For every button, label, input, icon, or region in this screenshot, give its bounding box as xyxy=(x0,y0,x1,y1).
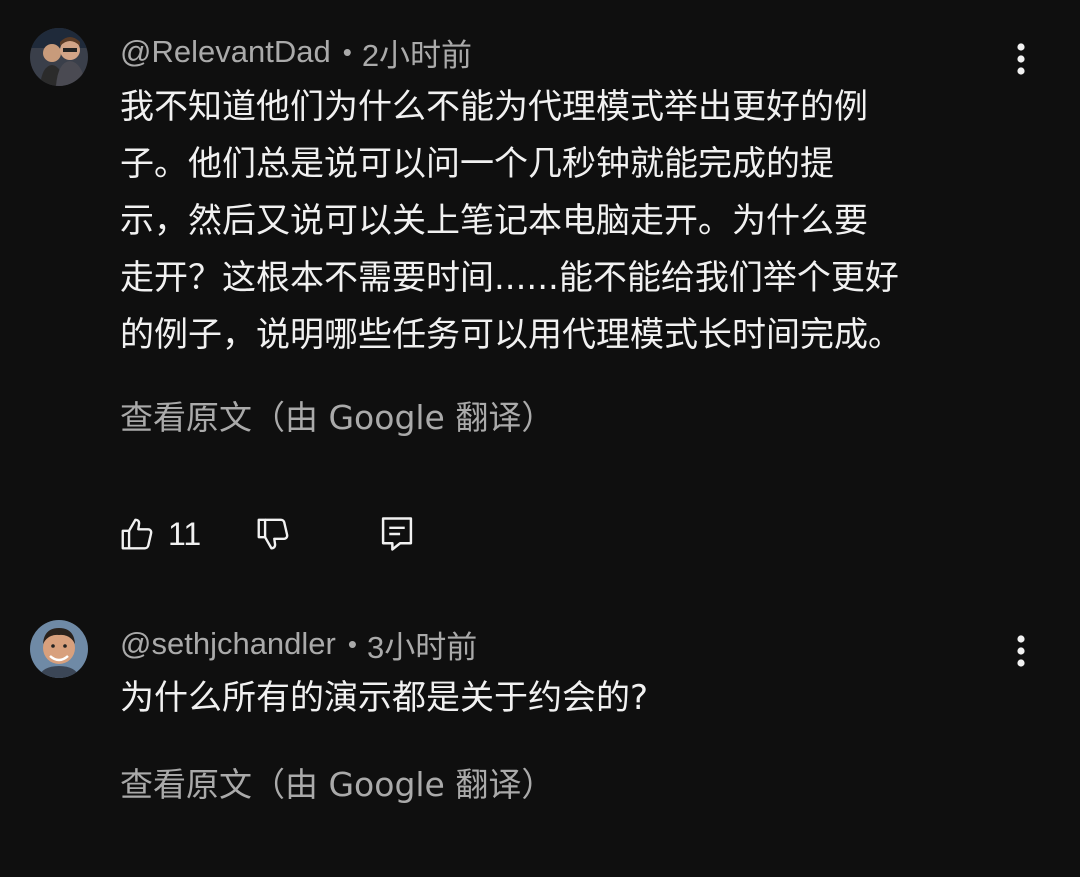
comment-time[interactable]: 2小时前 xyxy=(362,30,472,75)
avatar[interactable] xyxy=(30,620,88,678)
comment-line: 为什么所有的演示都是关于约会的? xyxy=(120,678,649,718)
more-options-button[interactable] xyxy=(1004,37,1038,81)
more-options-button[interactable] xyxy=(1004,629,1038,673)
comment-text: 为什么所有的演示都是关于约会的? xyxy=(120,670,648,727)
comment-meta: @sethjchandler • 3小时前 xyxy=(120,622,477,667)
comment-text: 我不知道他们为什么不能为代理模式举出更好的例 子。他们总是说可以问一个几秒钟就能… xyxy=(120,79,902,364)
comment-line: 示，然后又说可以关上笔记本电脑走开。为什么要 xyxy=(120,201,868,241)
comment-line: 我不知道他们为什么不能为代理模式举出更好的例 xyxy=(120,87,868,127)
comment-meta: @RelevantDad • 2小时前 xyxy=(120,30,472,75)
thumbs-up-icon xyxy=(121,518,153,550)
meta-separator: • xyxy=(342,36,352,67)
reply-button[interactable] xyxy=(380,512,414,556)
dislike-button[interactable] xyxy=(254,512,292,556)
see-original-link[interactable]: 查看原文（由 Google 翻译） xyxy=(120,758,554,806)
like-button[interactable]: 11 xyxy=(118,512,201,556)
comment-line: 子。他们总是说可以问一个几秒钟就能完成的提 xyxy=(120,144,834,184)
comment-line: 的例子，说明哪些任务可以用代理模式长时间完成。 xyxy=(120,315,902,355)
comment-item: @RelevantDad • 2小时前 我不知道他们为什么不能为代理模式举出更好… xyxy=(0,0,1080,600)
meta-separator: • xyxy=(347,628,357,659)
thumbs-down-icon xyxy=(257,518,289,550)
more-vertical-icon xyxy=(1017,635,1025,667)
see-original-link[interactable]: 查看原文（由 Google 翻译） xyxy=(120,391,554,439)
comment-line: 走开？这根本不需要时间......能不能给我们举个更好 xyxy=(120,258,899,298)
comment-item: @sethjchandler • 3小时前 为什么所有的演示都是关于约会的? 查… xyxy=(0,600,1080,877)
comment-actions: 11 xyxy=(118,512,438,556)
author-name[interactable]: @RelevantDad xyxy=(120,34,331,70)
comment-time[interactable]: 3小时前 xyxy=(367,622,477,667)
like-count: 11 xyxy=(168,515,202,552)
avatar[interactable] xyxy=(30,28,88,86)
more-vertical-icon xyxy=(1017,43,1025,75)
author-name[interactable]: @sethjchandler xyxy=(120,626,336,662)
reply-icon xyxy=(381,517,413,551)
